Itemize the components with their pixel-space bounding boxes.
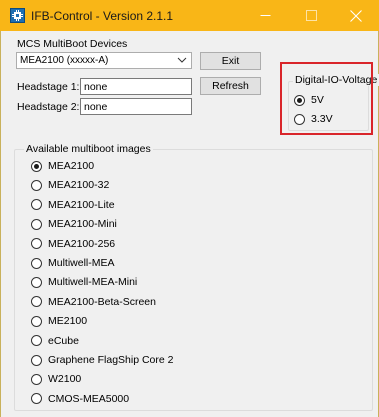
close-icon — [350, 9, 362, 22]
window-frame-left — [0, 31, 1, 417]
radio-unchecked-icon[interactable] — [31, 179, 42, 191]
images-group-title: Available multiboot images — [24, 143, 153, 155]
image-option[interactable]: Graphene FlagShip Core 2 — [31, 354, 174, 366]
headstage1-value: none — [84, 81, 108, 93]
image-option-label: Multiwell-MEA-Mini — [48, 276, 138, 289]
image-option[interactable]: eCube — [31, 335, 79, 347]
radio-checked-icon[interactable] — [31, 160, 42, 172]
voltage-highlight-box — [280, 62, 373, 135]
image-option[interactable]: W2100 — [31, 373, 81, 385]
radio-unchecked-icon[interactable] — [31, 257, 42, 269]
close-button[interactable] — [333, 0, 379, 31]
radio-unchecked-icon[interactable] — [31, 296, 42, 308]
image-option-label: MEA2100-256 — [48, 237, 116, 250]
devices-label: MCS MultiBoot Devices — [17, 38, 128, 50]
device-select[interactable]: MEA2100 (xxxxx-A) — [16, 52, 192, 69]
image-option-label: MEA2100-32 — [48, 179, 110, 192]
minimize-button[interactable] — [242, 0, 288, 31]
radio-unchecked-icon[interactable] — [31, 335, 42, 347]
radio-unchecked-icon[interactable] — [31, 199, 42, 211]
radio-unchecked-icon[interactable] — [31, 218, 42, 230]
image-option[interactable]: MEA2100 — [31, 160, 94, 172]
headstage1-label: Headstage 1: — [17, 81, 80, 93]
image-option-label: MEA2100-Beta-Screen — [48, 295, 156, 308]
image-option-label: eCube — [48, 334, 79, 347]
window-title: IFB-Control - Version 2.1.1 — [31, 9, 174, 23]
image-option-label: CMOS-MEA5000 — [48, 392, 130, 405]
radio-unchecked-icon[interactable] — [31, 276, 42, 288]
exit-button[interactable]: Exit — [200, 52, 261, 70]
title-bar[interactable]: IFB-Control - Version 2.1.1 — [0, 0, 379, 31]
image-option-label: Graphene FlagShip Core 2 — [48, 354, 174, 366]
minimize-icon — [260, 15, 270, 16]
image-option[interactable]: MEA2100-256 — [31, 238, 115, 250]
device-select-value: MEA2100 (xxxxx-A) — [20, 55, 109, 66]
headstage1-field[interactable]: none — [80, 78, 192, 95]
radio-unchecked-icon[interactable] — [31, 373, 42, 385]
radio-unchecked-icon[interactable] — [31, 393, 42, 405]
image-option-label: MEA2100 — [48, 160, 95, 172]
image-option[interactable]: Multiwell-MEA — [31, 257, 115, 269]
radio-unchecked-icon[interactable] — [31, 354, 42, 366]
headstage2-field[interactable]: none — [80, 98, 192, 115]
radio-unchecked-icon[interactable] — [31, 315, 42, 327]
headstage2-value: none — [84, 101, 108, 113]
maximize-button[interactable] — [288, 0, 334, 31]
image-option[interactable]: MEA2100-Lite — [31, 199, 115, 211]
image-option[interactable]: MEA2100-Beta-Screen — [31, 296, 156, 308]
refresh-button[interactable]: Refresh — [200, 77, 261, 95]
image-option-label: W2100 — [48, 373, 82, 386]
image-option[interactable]: CMOS-MEA5000 — [31, 393, 129, 405]
maximize-icon — [305, 10, 317, 21]
chevron-down-icon — [177, 57, 187, 63]
image-option[interactable]: Multiwell-MEA-Mini — [31, 276, 137, 288]
image-option-label: MEA2100-Lite — [48, 198, 115, 211]
image-option[interactable]: MEA2100-32 — [31, 179, 109, 191]
image-option[interactable]: ME2100 — [31, 315, 87, 327]
image-option-label: MEA2100-Mini — [48, 218, 117, 231]
image-option[interactable]: MEA2100-Mini — [31, 218, 117, 230]
image-option-label: Multiwell-MEA — [48, 257, 115, 269]
app-icon — [10, 8, 25, 23]
headstage2-label: Headstage 2: — [17, 101, 80, 113]
radio-unchecked-icon[interactable] — [31, 238, 42, 250]
image-option-label: ME2100 — [48, 315, 88, 328]
